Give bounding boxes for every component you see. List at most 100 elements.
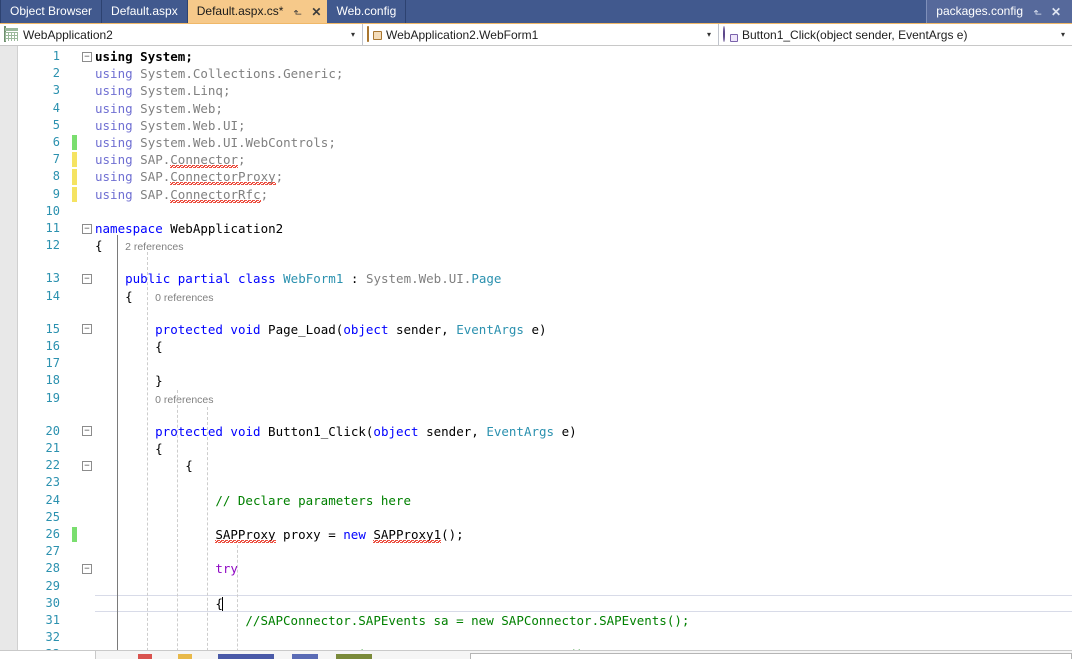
code-line[interactable]: 31 //SAPConnector.SAPEvents sa = new SAPC…: [0, 612, 1072, 629]
code-line[interactable]: 22 − {: [0, 457, 1072, 474]
code-line[interactable]: 23: [0, 474, 1072, 491]
project-dropdown-value: WebApplication2: [23, 27, 113, 42]
code-line[interactable]: 18}: [0, 372, 1072, 389]
close-icon[interactable]: ✕: [309, 5, 323, 19]
code-line-text: public partial class WebForm1 : System.W…: [125, 271, 502, 287]
code-line[interactable]: 20 − protected void Button1_Click(object s…: [0, 423, 1072, 440]
code-line[interactable]: 17: [0, 355, 1072, 372]
document-tab-default-aspx-cs[interactable]: Default.aspx.cs* ↲ ✕: [187, 0, 328, 23]
code-line[interactable]: 2 using System.Collections.Generic;: [0, 65, 1072, 82]
change-tracking-bar: [72, 152, 77, 168]
codelens-references[interactable]: 0 references: [155, 292, 213, 304]
code-line[interactable]: 16 {: [0, 338, 1072, 355]
code-line[interactable]: 6 using System.Web.UI.WebControls;: [0, 134, 1072, 151]
code-line[interactable]: 13 − public partial class WebForm1 : Syste…: [0, 270, 1072, 287]
line-number: 15: [45, 321, 60, 336]
code-line-text: using SAP.Connector;: [95, 152, 246, 168]
code-line-text: {: [185, 458, 193, 474]
collapse-outline-icon[interactable]: −: [82, 460, 92, 471]
line-number: 25: [45, 509, 60, 524]
line-number: 3: [52, 83, 60, 98]
collapse-outline-icon[interactable]: −: [82, 324, 92, 335]
line-number: 8: [52, 169, 60, 184]
code-line[interactable]: 21 {: [0, 440, 1072, 457]
code-line[interactable]: 8 using SAP.ConnectorProxy;: [0, 168, 1072, 185]
line-number: 11: [45, 221, 60, 235]
member-dropdown[interactable]: Button1_Click(object sender, EventArgs e…: [719, 24, 1072, 45]
search-box[interactable]: [470, 653, 1072, 659]
code-line-text: protected void Button1_Click(object send…: [155, 423, 577, 439]
code-line[interactable]: 7 using SAP.Connector;: [0, 151, 1072, 168]
bottom-tool-window-content: [96, 651, 1072, 659]
document-tab-strip: Object Browser Default.aspx Default.aspx.c…: [0, 0, 1072, 23]
document-tab-label: Web.config: [336, 4, 397, 18]
message-chip: [218, 654, 274, 659]
type-dropdown[interactable]: WebApplication2.WebForm1 ▾: [363, 24, 719, 45]
collapse-outline-icon[interactable]: −: [82, 563, 92, 574]
collapse-outline-icon[interactable]: −: [82, 51, 92, 62]
code-line[interactable]: 27: [0, 543, 1072, 560]
class-icon: [367, 26, 382, 42]
codelens-references[interactable]: 2 references: [125, 241, 183, 253]
code-line[interactable]: 5 using System.Web.UI;: [0, 117, 1072, 134]
type-dropdown-value: WebApplication2.WebForm1: [386, 27, 539, 42]
code-line-text: //SAPConnector.SAPEvents sa = new SAPCon…: [245, 613, 690, 628]
chevron-down-icon[interactable]: ▾: [703, 30, 718, 39]
code-line-text: SAPProxy proxy = new SAPProxy1();: [215, 527, 464, 542]
pin-icon[interactable]: ↲: [289, 5, 303, 19]
line-number: 1: [52, 49, 60, 63]
code-line[interactable]: 32: [0, 629, 1072, 646]
line-number: 32: [45, 630, 60, 645]
change-tracking-bar: [72, 169, 77, 185]
code-line[interactable]: 9 using SAP.ConnectorRfc;: [0, 186, 1072, 203]
code-line[interactable]: 26 SAPProxy proxy = new SAPProxy1();: [0, 526, 1072, 543]
chevron-down-icon[interactable]: ▾: [347, 30, 362, 39]
line-number: 30: [45, 595, 60, 610]
code-line[interactable]: 10: [0, 203, 1072, 220]
bottom-tool-window-clipped[interactable]: [0, 650, 1072, 659]
change-tracking-bar: [72, 186, 77, 202]
line-number: 22: [45, 458, 60, 473]
code-line[interactable]: 24 // Declare parameters here: [0, 492, 1072, 509]
document-tab-label: packages.config: [936, 4, 1023, 18]
code-line-text: using SAP.ConnectorRfc;: [95, 186, 269, 202]
document-tab-packages-config[interactable]: packages.config ↲ ✕: [926, 0, 1072, 23]
code-line[interactable]: 30 {: [0, 594, 1072, 612]
chevron-down-icon[interactable]: ▾: [1057, 30, 1072, 39]
project-dropdown[interactable]: WebApplication2 ▾: [0, 24, 363, 45]
code-text-area[interactable]: 1− using System; 2 using System.Collections…: [0, 46, 1072, 659]
document-tab-web-config[interactable]: Web.config: [327, 0, 407, 23]
codelens-references[interactable]: 0 references: [155, 394, 213, 406]
code-editor[interactable]: 1− using System; 2 using System.Collections…: [0, 46, 1072, 659]
document-tab-default-aspx[interactable]: Default.aspx: [102, 0, 188, 23]
code-line[interactable]: 25: [0, 509, 1072, 526]
line-number: 27: [45, 544, 60, 559]
collapse-outline-icon[interactable]: −: [82, 273, 92, 284]
code-line[interactable]: 1 − using System;: [0, 48, 1072, 65]
bottom-tool-window-tab[interactable]: [0, 651, 96, 659]
line-number: 28: [45, 561, 60, 576]
close-icon[interactable]: ✕: [1049, 5, 1063, 19]
code-line-text: {: [125, 288, 133, 304]
line-number: 23: [45, 475, 60, 490]
line-number: 18: [45, 373, 60, 388]
code-line-text: }: [155, 373, 163, 389]
line-number: 31: [45, 613, 60, 627]
change-tracking-bar: [72, 527, 77, 543]
code-line-text: // Declare parameters here: [215, 492, 411, 508]
code-line-text: using System.Web;: [95, 100, 223, 116]
code-line[interactable]: 11 − namespace WebApplication2: [0, 220, 1072, 237]
collapse-outline-icon[interactable]: −: [82, 223, 92, 234]
code-line[interactable]: 28 − try: [0, 560, 1072, 577]
line-number: 4: [52, 100, 60, 115]
method-icon: [723, 26, 738, 42]
document-tab-object-browser[interactable]: Object Browser: [0, 0, 103, 23]
code-line[interactable]: 15 − protected void Page_Load(object sende…: [0, 321, 1072, 338]
pin-icon[interactable]: ↲: [1029, 5, 1043, 19]
line-number: 17: [45, 356, 60, 371]
collapse-outline-icon[interactable]: −: [82, 426, 92, 437]
code-line[interactable]: 3 using System.Linq;: [0, 82, 1072, 99]
code-line[interactable]: 29: [0, 578, 1072, 595]
line-number: 16: [45, 339, 60, 353]
code-line[interactable]: 4 using System.Web;: [0, 100, 1072, 117]
